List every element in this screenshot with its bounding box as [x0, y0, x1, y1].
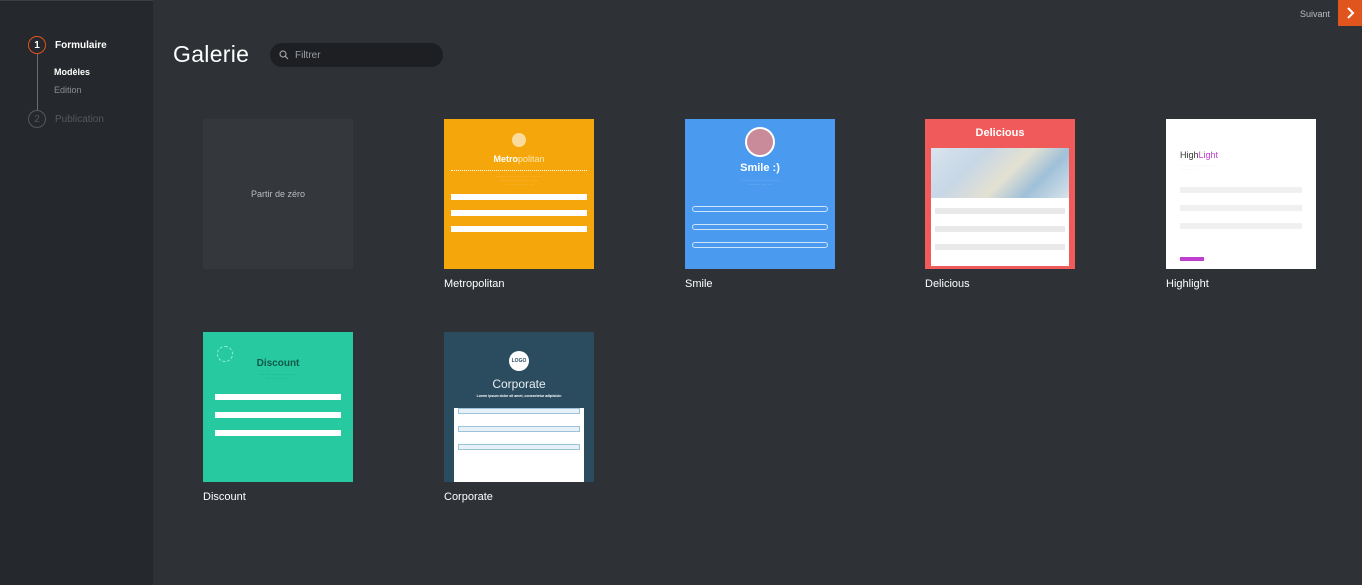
thumb-text: ····· ······ ······ ····· ······ ······ ·… [1180, 163, 1219, 171]
thumb-submit [1180, 257, 1204, 261]
thumb-title: Corporate [492, 377, 546, 391]
template-thumbnail: Metropolitan ···· ···· ······· ··· ·····… [444, 119, 594, 269]
thumb-field [692, 206, 828, 212]
sub-item-edition[interactable]: Edition [54, 85, 82, 95]
thumb-subtitle: Lorem ipsum dolor sit amet, consectetur … [476, 394, 562, 398]
avatar [745, 127, 775, 157]
thumb-field [215, 394, 341, 400]
thumb-field [1180, 223, 1302, 229]
template-card-metropolitan[interactable]: Metropolitan ···· ···· ······· ··· ·····… [444, 119, 594, 290]
chevron-right-icon [1347, 7, 1355, 19]
step-label: Formulaire [55, 39, 107, 51]
blank-label: Partir de zéro [250, 189, 306, 199]
thumb-field [935, 226, 1065, 232]
thumb-field [215, 412, 341, 418]
logo-icon [512, 133, 526, 147]
template-card-corporate[interactable]: LOGO Corporate Lorem ipsum dolor sit ame… [444, 332, 594, 503]
template-card-blank[interactable]: Partir de zéro [203, 119, 353, 269]
thumb-field [935, 208, 1065, 214]
thumb-text: ····· ······ ······ ······ ····· ······ ·… [740, 178, 780, 186]
template-card-smile[interactable]: Smile :) ····· ······ ······ ······ ····… [685, 119, 835, 290]
thumb-title: Metropolitan [493, 154, 545, 164]
step-publication[interactable]: 2 Publication [28, 110, 104, 128]
thumb-field [1180, 205, 1302, 211]
template-thumbnail: Delicious [925, 119, 1075, 269]
thumb-field [1180, 187, 1302, 193]
step-label: Publication [55, 113, 104, 125]
search-input[interactable] [295, 49, 435, 61]
search-icon [279, 50, 289, 60]
template-thumbnail: LOGO Corporate Lorem ipsum dolor sit ame… [444, 332, 594, 482]
map-image [931, 148, 1069, 198]
template-name: Metropolitan [444, 278, 505, 290]
step-connector [37, 54, 38, 110]
thumb-title: Discount [256, 358, 300, 369]
thumb-field [692, 224, 828, 230]
thumb-field [458, 426, 580, 432]
thumb-field [215, 430, 341, 436]
template-card-discount[interactable]: Discount ····· ······ ······ ····· ·····… [203, 332, 353, 503]
template-name: Discount [203, 491, 246, 503]
thumb-field [692, 242, 828, 248]
search-box[interactable] [270, 43, 443, 67]
template-card-highlight[interactable]: HighLight ····· ······ ······ ····· ····… [1166, 119, 1316, 290]
template-name: Delicious [925, 278, 970, 290]
template-thumbnail: Partir de zéro [203, 119, 353, 269]
sidebar: 1 Formulaire Modèles Edition 2 Publicati… [0, 0, 153, 585]
page-title: Galerie [173, 41, 250, 67]
thumb-field [458, 408, 580, 414]
step-number: 2 [28, 110, 46, 128]
logo-icon: LOGO [509, 351, 529, 371]
thumb-field [451, 194, 587, 200]
thumb-title: Delicious [975, 127, 1025, 139]
thumb-form-panel [931, 148, 1069, 266]
thumb-title: Smile :) [740, 162, 780, 174]
thumb-text: ····· ······ ······ ····· ······ ······ ·… [258, 372, 298, 380]
thumb-field [451, 226, 587, 232]
next-button[interactable] [1338, 0, 1362, 26]
thumb-field [458, 444, 580, 450]
template-thumbnail: Discount ····· ······ ······ ····· ·····… [203, 332, 353, 482]
template-thumbnail: HighLight ····· ······ ······ ····· ····… [1166, 119, 1316, 269]
template-name: Corporate [444, 491, 493, 503]
template-name: Smile [685, 278, 713, 290]
thumb-field [935, 244, 1065, 250]
thumb-field [451, 210, 587, 216]
divider [451, 170, 587, 171]
step-formulaire[interactable]: 1 Formulaire [28, 36, 107, 54]
thumb-text: ···· ···· ······· ··· ····· ······ ·····… [495, 174, 543, 186]
sub-item-modeles[interactable]: Modèles [54, 67, 90, 77]
template-card-delicious[interactable]: Delicious Delicious [925, 119, 1075, 290]
next-label[interactable]: Suivant [1300, 9, 1330, 19]
step-number: 1 [28, 36, 46, 54]
template-thumbnail: Smile :) ····· ······ ······ ······ ····… [685, 119, 835, 269]
thumb-title: HighLight [1180, 150, 1219, 160]
template-name: Highlight [1166, 278, 1209, 290]
thumb-form-panel [454, 408, 584, 482]
